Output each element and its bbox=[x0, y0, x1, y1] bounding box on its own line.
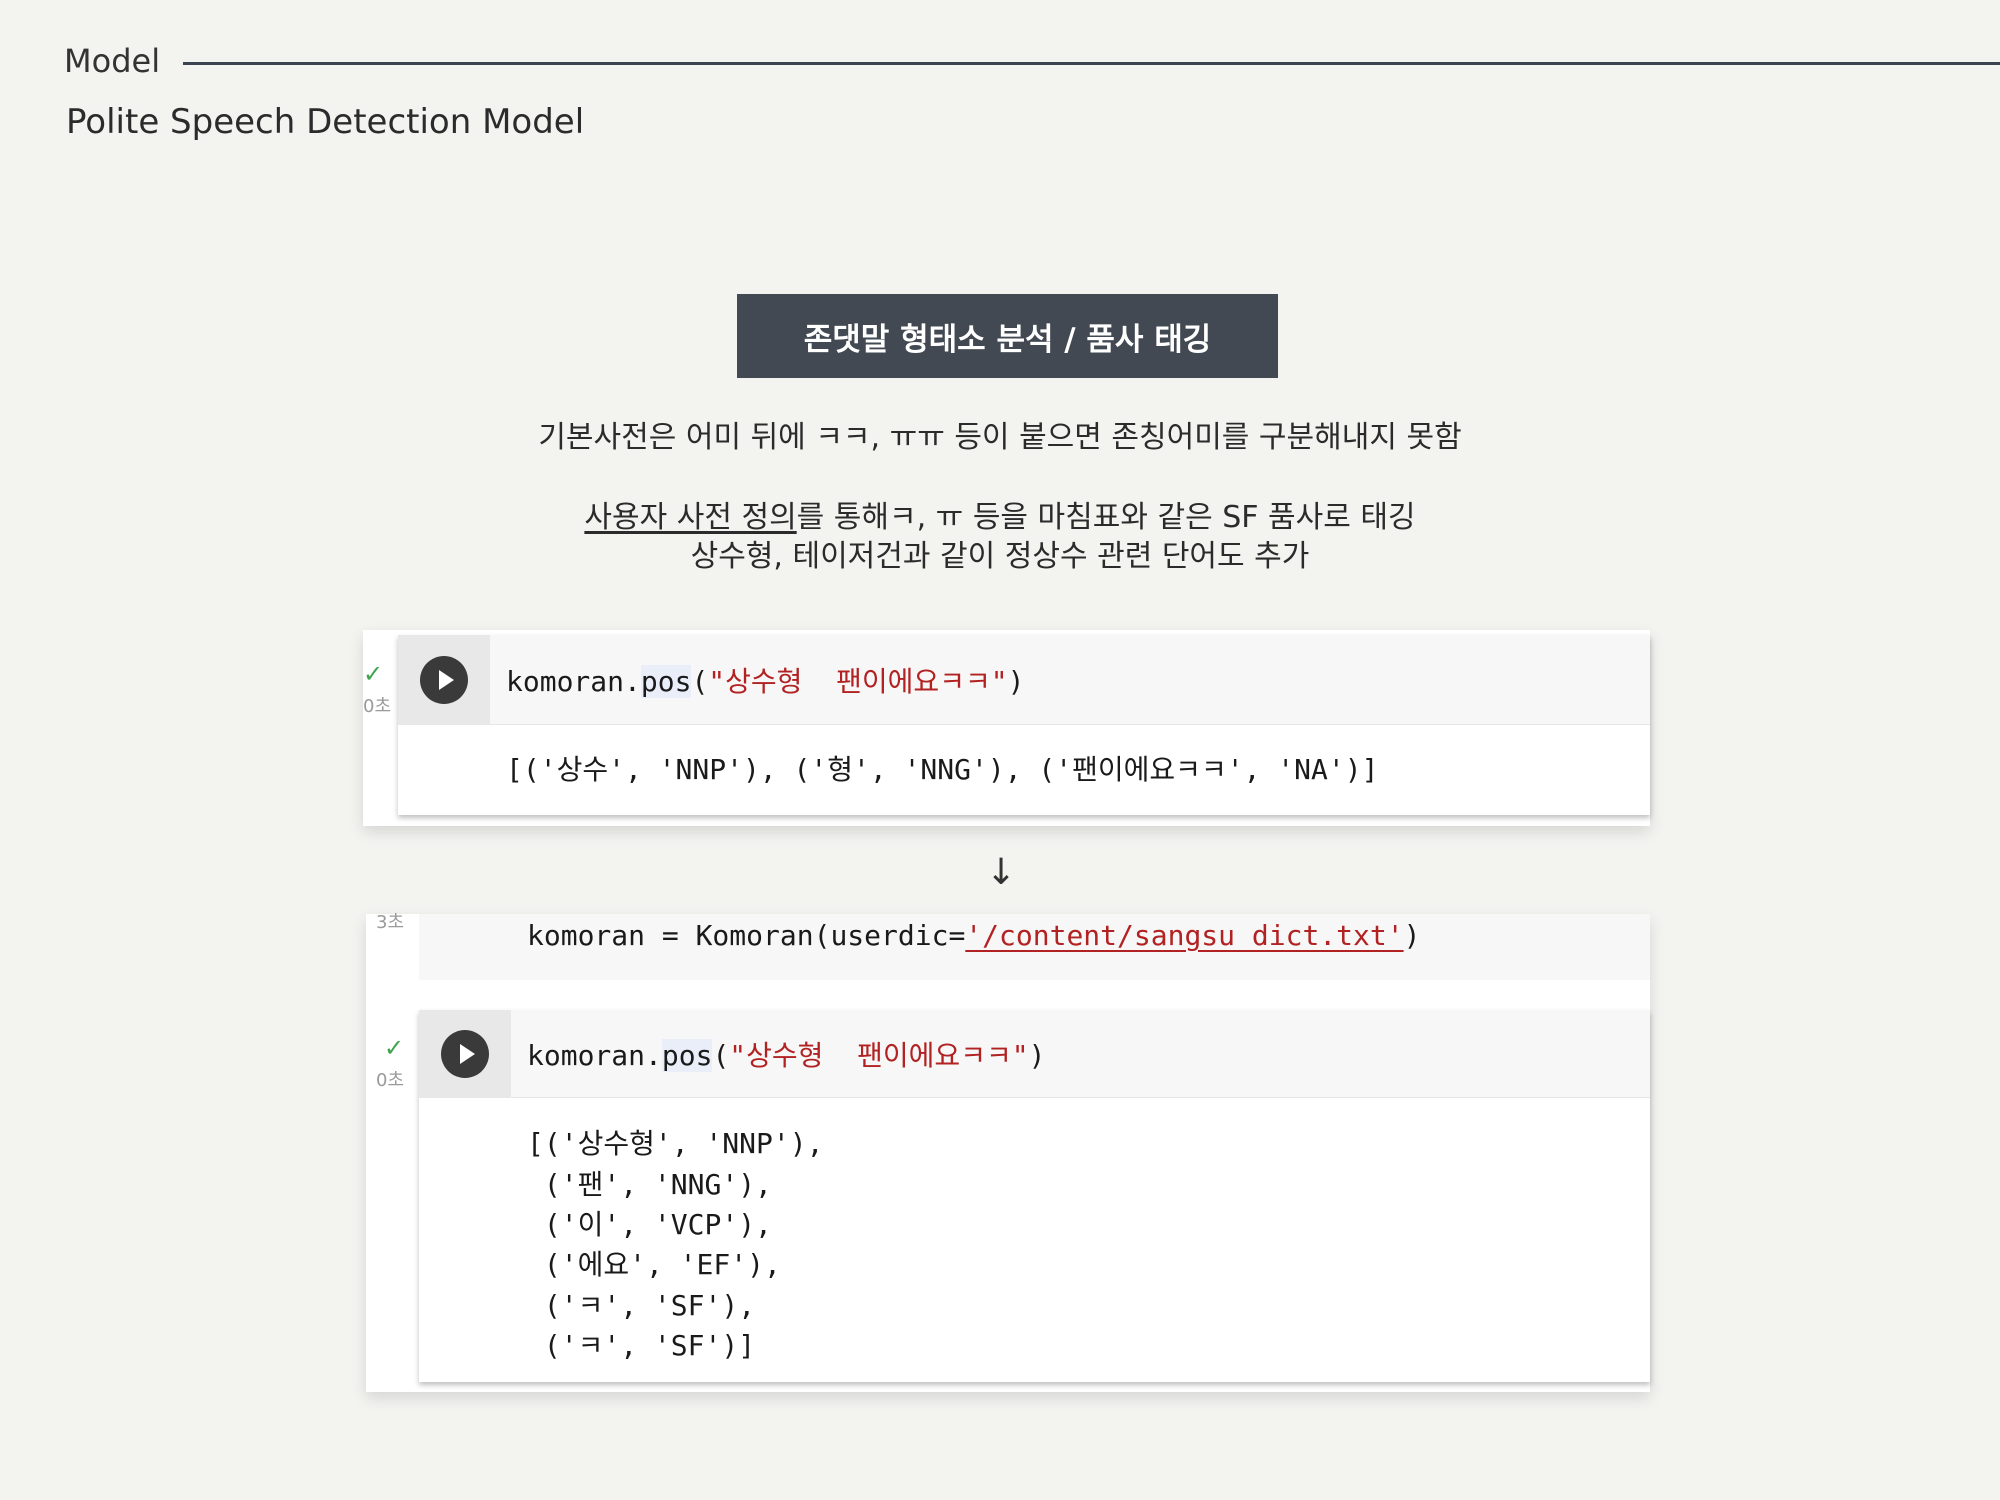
section-label: Model bbox=[64, 42, 161, 80]
notebook-screenshot-2: 3초 komoran = Komoran(userdic='/content/s… bbox=[366, 912, 1650, 1392]
cell-output-line: ('에요', 'EF'), bbox=[527, 1248, 781, 1281]
cell-output-line: ('이', 'VCP'), bbox=[527, 1208, 772, 1241]
code-text: komoran.pos("상수형 팬이에요ㅋㅋ") bbox=[506, 665, 1025, 698]
cell-output-line: ('팬', 'NNG'), bbox=[527, 1168, 772, 1201]
page-subtitle: Polite Speech Detection Model bbox=[66, 102, 585, 142]
assign-code-text: komoran = Komoran(userdic='/content/sang… bbox=[527, 919, 1421, 952]
description-line-1: 기본사전은 어미 뒤에 ㅋㅋ, ㅠㅠ 등이 붙으면 존칭어미를 구분해내지 못함 bbox=[538, 420, 1462, 455]
notebook-screenshot-1: ✓ 0초 komoran.pos("상수형 팬이에요ㅋㅋ") [('상수', '… bbox=[363, 630, 1650, 826]
down-arrow-icon: ↓ bbox=[986, 852, 1017, 893]
section-divider bbox=[183, 62, 2000, 65]
run-cell-button[interactable] bbox=[441, 1030, 489, 1078]
user-dictionary-link-text: 사용자 사전 정의 bbox=[584, 500, 797, 535]
execution-time: 0초 bbox=[363, 696, 392, 717]
description-line-2-rest: 를 통해ㅋ, ㅠ 등을 마침표와 같은 SF 품사로 태깅 bbox=[796, 500, 1416, 535]
title-box: 존댓말 형태소 분석 / 품사 태깅 bbox=[737, 294, 1278, 378]
cell-output: [('상수', 'NNP'), ('형', 'NNG'), ('팬이에요ㅋㅋ',… bbox=[506, 753, 1379, 786]
execution-time: 0초 bbox=[376, 1070, 405, 1091]
code-cell: komoran.pos("상수형 팬이에요ㅋㅋ") [('상수형', 'NNP'… bbox=[419, 1010, 1650, 1382]
cell-output-line: [('상수형', 'NNP'), bbox=[527, 1127, 824, 1160]
success-check-icon: ✓ bbox=[384, 1034, 405, 1062]
description-line-3: 상수형, 테이저건과 같이 정상수 관련 단어도 추가 bbox=[690, 539, 1310, 574]
cell-output-line: ('ㅋ', 'SF'), bbox=[527, 1289, 756, 1322]
run-cell-button[interactable] bbox=[420, 656, 468, 704]
previous-execution-time: 3초 bbox=[376, 912, 405, 933]
description-line-2: 사용자 사전 정의를 통해ㅋ, ㅠ 등을 마침표와 같은 SF 품사로 태깅 bbox=[0, 498, 2000, 538]
code-text: komoran.pos("상수형 팬이에요ㅋㅋ") bbox=[527, 1039, 1046, 1072]
code-cell: komoran.pos("상수형 팬이에요ㅋㅋ") [('상수', 'NNP')… bbox=[398, 635, 1650, 815]
success-check-icon: ✓ bbox=[363, 660, 384, 688]
cell-output-line: ('ㅋ', 'SF')] bbox=[527, 1329, 756, 1362]
